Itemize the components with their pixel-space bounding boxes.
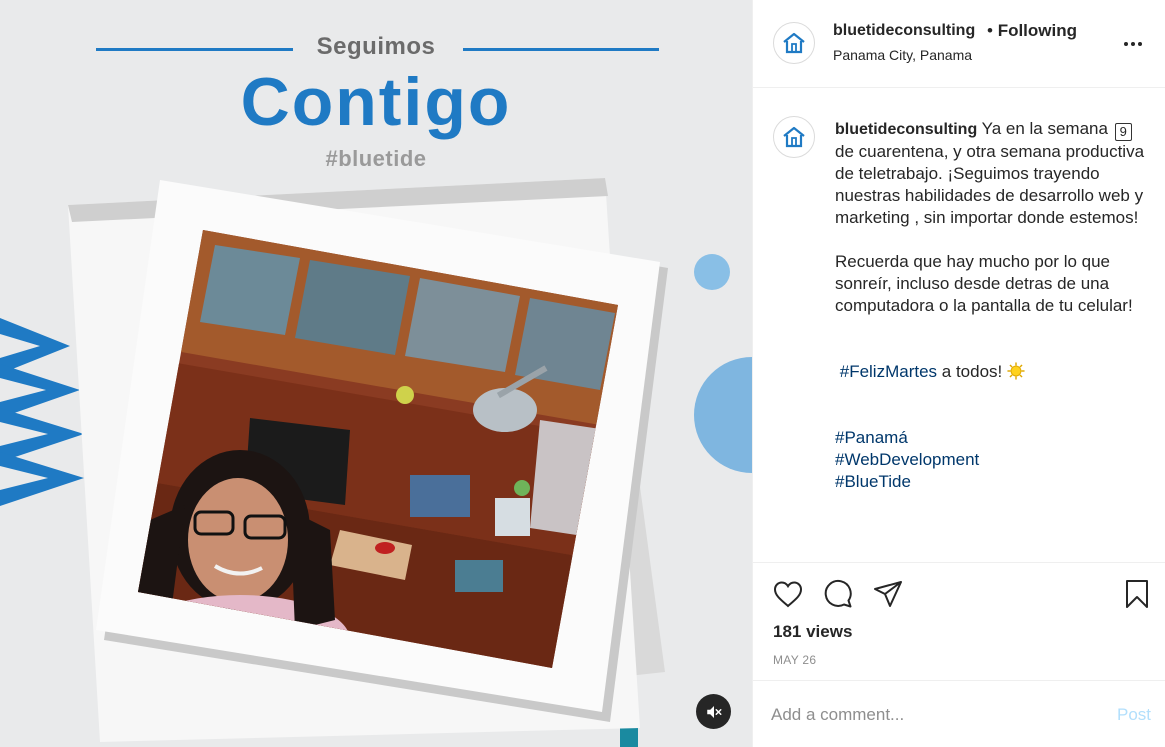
avatar[interactable] bbox=[773, 22, 815, 64]
sun-emoji-icon bbox=[1007, 362, 1025, 380]
comment-input[interactable] bbox=[771, 701, 1091, 729]
save-button[interactable] bbox=[1120, 577, 1154, 611]
hashtag-link[interactable]: #BlueTide bbox=[835, 472, 911, 491]
share-icon bbox=[874, 581, 902, 607]
more-options-icon bbox=[1124, 42, 1142, 46]
like-button[interactable] bbox=[771, 577, 805, 611]
house-logo-icon bbox=[783, 126, 805, 148]
post-media[interactable]: Seguimos Contigo #bluetide bbox=[0, 0, 752, 747]
post-location[interactable]: Panama City, Panama bbox=[833, 47, 972, 63]
house-logo-icon bbox=[783, 32, 805, 54]
comment-button[interactable] bbox=[821, 577, 855, 611]
view-count[interactable]: 181 views bbox=[773, 622, 852, 642]
circle-decoration bbox=[694, 254, 730, 290]
hashtag-link[interactable]: #Panamá bbox=[835, 428, 908, 447]
media-subtitle: Seguimos bbox=[316, 33, 436, 60]
caption-section: bluetideconsulting Ya en la semana 9 de … bbox=[753, 89, 1165, 561]
media-title: Contigo bbox=[240, 64, 512, 140]
comment-icon bbox=[824, 579, 852, 608]
following-button[interactable]: Following bbox=[998, 21, 1077, 40]
caption-text: a todos! bbox=[941, 362, 1003, 381]
heart-icon bbox=[773, 581, 803, 608]
hashtag-link[interactable]: #WebDevelopment bbox=[835, 450, 979, 469]
mute-button[interactable] bbox=[696, 694, 731, 729]
bookmark-icon bbox=[1126, 580, 1148, 608]
post-date[interactable]: MAY 26 bbox=[773, 653, 816, 667]
comment-bar: Post bbox=[753, 680, 1165, 747]
post-details-panel: bluetideconsulting • Following Panama Ci… bbox=[752, 0, 1165, 747]
post-comment-button[interactable]: Post bbox=[1117, 705, 1151, 725]
circle-decoration bbox=[694, 357, 752, 473]
caption-username[interactable]: bluetideconsulting bbox=[835, 121, 977, 138]
caption-text: de cuarentena, y otra semana productiva … bbox=[835, 142, 1145, 227]
caption-text: Recuerda que hay mucho por lo que sonreí… bbox=[835, 252, 1133, 315]
caption-text: Ya en la semana bbox=[981, 119, 1108, 138]
post-header: bluetideconsulting • Following Panama Ci… bbox=[753, 0, 1165, 88]
media-hashtag: #bluetide bbox=[325, 146, 427, 171]
hashtag-link[interactable]: #FelizMartes bbox=[840, 362, 937, 381]
speaker-muted-icon bbox=[706, 705, 721, 718]
post-actions: 181 views MAY 26 bbox=[753, 562, 1165, 680]
post-author-username[interactable]: bluetideconsulting bbox=[833, 22, 975, 40]
chevron-decoration bbox=[0, 318, 84, 506]
share-button[interactable] bbox=[871, 577, 905, 611]
more-options-button[interactable] bbox=[1113, 30, 1153, 58]
follow-status: • Following bbox=[987, 21, 1077, 41]
keycap-number: 9 bbox=[1114, 123, 1132, 141]
post-caption: bluetideconsulting Ya en la semana 9 de … bbox=[835, 118, 1145, 493]
avatar[interactable] bbox=[773, 116, 815, 158]
separator-dot: • bbox=[987, 21, 993, 40]
